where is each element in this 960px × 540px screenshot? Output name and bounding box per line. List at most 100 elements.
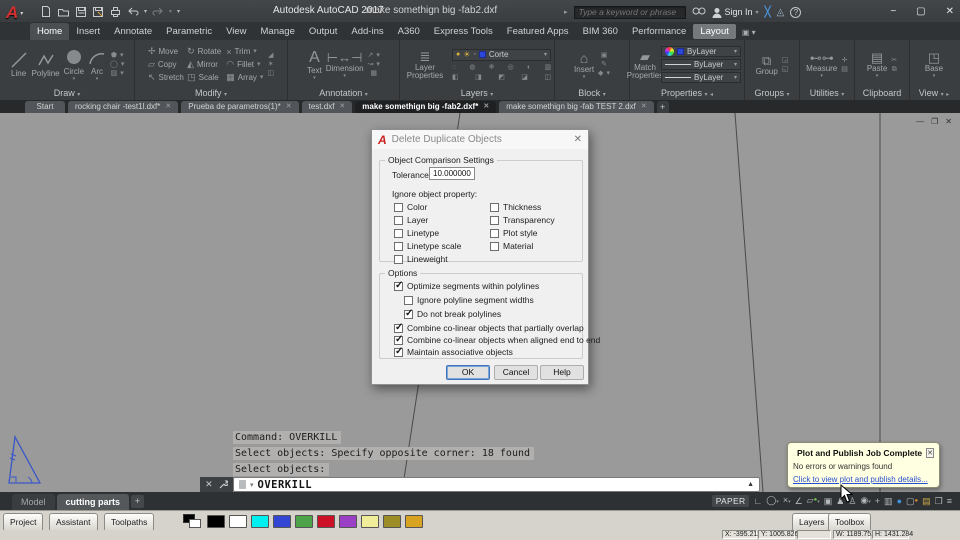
notification-close-icon[interactable]: ✕ — [926, 447, 935, 458]
close-tab-icon[interactable]: ✕ — [339, 101, 345, 113]
panel-label-draw[interactable]: Draw ▾ — [0, 87, 134, 100]
plot-details-icon[interactable]: ▤ — [922, 492, 931, 510]
layer-walk-icon[interactable]: ▥ — [544, 64, 551, 71]
search-box[interactable] — [573, 5, 686, 19]
checkbox-combine-partial-overlap[interactable]: Combine co-linear objects that partially… — [394, 322, 584, 333]
qat-customize-icon[interactable]: ▾ — [177, 8, 180, 15]
customization-icon[interactable]: ≡ — [947, 492, 952, 510]
move-tool[interactable]: ✢ Move — [148, 46, 185, 57]
text-tool[interactable]: A Text ▾ — [307, 49, 322, 80]
tab-a360[interactable]: A360 — [391, 23, 427, 40]
command-dropdown-icon[interactable]: ▾ — [250, 481, 254, 489]
exchange-apps-icon[interactable]: ╳ — [765, 7, 771, 18]
offset-icon[interactable]: ◫ — [267, 70, 274, 77]
tab-layers[interactable]: Layers — [792, 513, 832, 530]
layer-properties-tool[interactable]: ≣ Layer Properties — [403, 50, 447, 80]
layer-state-icon[interactable]: ◨ — [475, 74, 482, 81]
checkbox-layer[interactable]: Layer — [394, 215, 428, 225]
copy-tool[interactable]: ▱ Copy — [148, 59, 185, 70]
tab-manage[interactable]: Manage — [254, 23, 302, 40]
plot-icon[interactable] — [109, 5, 122, 18]
tab-addins[interactable]: Add-ins — [344, 23, 390, 40]
command-customize-wrench-icon[interactable] — [218, 479, 228, 490]
close-button[interactable]: ✕ — [946, 6, 954, 17]
layer-isolate-icon[interactable]: ◍ — [469, 64, 475, 71]
new-layout-button[interactable]: + — [131, 495, 145, 508]
checkbox-linetype-scale[interactable]: Linetype scale — [394, 241, 461, 251]
viewport-close-icon[interactable]: ✕ — [945, 117, 952, 126]
insert-tool[interactable]: ⌂ Insert ▾ — [574, 51, 594, 80]
application-menu-button[interactable]: A ▾ — [6, 1, 36, 25]
ellipse-icon[interactable]: ◯ — [110, 61, 118, 68]
color-swatch[interactable] — [339, 515, 357, 528]
checkbox-combine-end-to-end[interactable]: Combine co-linear objects when aligned e… — [394, 334, 600, 345]
color-swatch[interactable] — [229, 515, 247, 528]
save-as-icon[interactable] — [92, 5, 104, 18]
open-folder-icon[interactable] — [57, 5, 70, 18]
create-block-icon[interactable]: ▣ — [601, 52, 608, 59]
paste-tool[interactable]: ▤ Paste ▾ — [867, 51, 887, 79]
layer-unisolate-icon[interactable]: ◫ — [544, 74, 551, 81]
file-tab[interactable]: test.dxf ✕ — [301, 101, 353, 113]
layer-dropdown[interactable]: ● ☀ ▫ Corte ▾ — [452, 48, 551, 61]
edit-block-icon[interactable]: ✎ — [601, 61, 607, 68]
layer-match-icon[interactable]: ◐ — [527, 64, 531, 71]
tab-performance[interactable]: Performance — [625, 23, 693, 40]
help-icon[interactable]: ? — [790, 6, 802, 18]
sign-in-button[interactable]: Sign In ▾ — [712, 7, 759, 18]
quick-select-icon[interactable]: ✛ — [842, 57, 848, 64]
file-tab[interactable]: rocking chair -test1l.dxf* ✕ — [68, 101, 179, 113]
color-swatch[interactable] — [361, 515, 379, 528]
stretch-tool[interactable]: ↖ Stretch — [148, 72, 185, 83]
panel-label-modify[interactable]: Modify ▾ — [135, 87, 287, 100]
color-swatch[interactable] — [317, 515, 335, 528]
circle-tool[interactable]: Circle ▾ — [64, 49, 84, 81]
model-tab[interactable]: Model — [12, 494, 55, 510]
tab-bim360[interactable]: BIM 360 — [576, 23, 625, 40]
checkbox-plot-style[interactable]: Plot style — [490, 228, 538, 238]
lineweight-icon[interactable]: ▣ — [824, 492, 833, 510]
array-tool[interactable]: ▦ Array ▾ — [226, 72, 263, 83]
scale-tool[interactable]: ◳ Scale — [187, 72, 224, 83]
tab-output[interactable]: Output — [302, 23, 345, 40]
command-input-bar[interactable]: ▾ ▲ — [233, 477, 760, 492]
group-tool[interactable]: ⧉ Group — [756, 54, 778, 76]
layer-merge-icon[interactable]: ◩ — [498, 74, 505, 81]
lineweight-dropdown[interactable]: ByLayer ▾ — [661, 59, 741, 70]
default-color-swatch[interactable] — [183, 514, 203, 529]
new-tab-button[interactable]: + — [656, 101, 669, 113]
table-icon[interactable]: ▦ — [370, 70, 377, 77]
sign-in-dropdown-icon[interactable]: ▾ — [756, 9, 759, 16]
recent-commands-icon[interactable] — [239, 480, 246, 489]
close-tab-icon[interactable]: ✕ — [641, 101, 647, 113]
new-file-icon[interactable] — [40, 5, 52, 18]
tab-featured-apps[interactable]: Featured Apps — [500, 23, 576, 40]
color-swatch[interactable] — [405, 515, 423, 528]
polygon-icon[interactable]: ⬟ — [111, 52, 117, 59]
panel-label-layers[interactable]: Layers ▾ — [400, 87, 554, 100]
undo-dropdown-icon[interactable]: ▾ — [144, 8, 147, 15]
copy-clip-icon[interactable]: ⧉ — [892, 66, 897, 73]
file-tab-start[interactable]: Start — [25, 101, 65, 113]
search-binoculars-icon[interactable] — [692, 3, 706, 21]
panel-label-utilities[interactable]: Utilities ▾ — [800, 87, 854, 100]
command-close-icon[interactable]: ✕ — [205, 479, 213, 490]
hatch-icon[interactable]: ▨ — [111, 70, 118, 77]
polar-tracking-icon[interactable]: ∠ — [795, 492, 803, 510]
isodraft-icon[interactable]: ◯▾ — [766, 491, 779, 511]
dialog-close-icon[interactable]: ✕ — [574, 134, 582, 145]
annotation-monitor-icon[interactable]: + — [875, 492, 880, 510]
quick-calc-icon[interactable]: ▤ — [841, 66, 848, 73]
tab-toolpaths[interactable]: Toolpaths — [104, 513, 155, 530]
rotate-tool[interactable]: ↻ Rotate — [187, 46, 224, 57]
checkbox-transparency[interactable]: Transparency — [490, 215, 555, 225]
tab-view[interactable]: View — [219, 23, 253, 40]
help-button[interactable]: Help — [540, 365, 584, 380]
fillet-tool[interactable]: ◠ Fillet ▾ — [226, 59, 263, 70]
quick-properties-icon[interactable]: ▥ — [884, 492, 893, 510]
color-swatch[interactable] — [207, 515, 225, 528]
layer-prev-icon[interactable]: ◧ — [452, 74, 459, 81]
tab-toolbox[interactable]: Toolbox — [828, 513, 872, 530]
layer-off-icon[interactable]: ◌ — [452, 64, 456, 71]
ungroup-icon[interactable]: ◲ — [782, 57, 789, 64]
